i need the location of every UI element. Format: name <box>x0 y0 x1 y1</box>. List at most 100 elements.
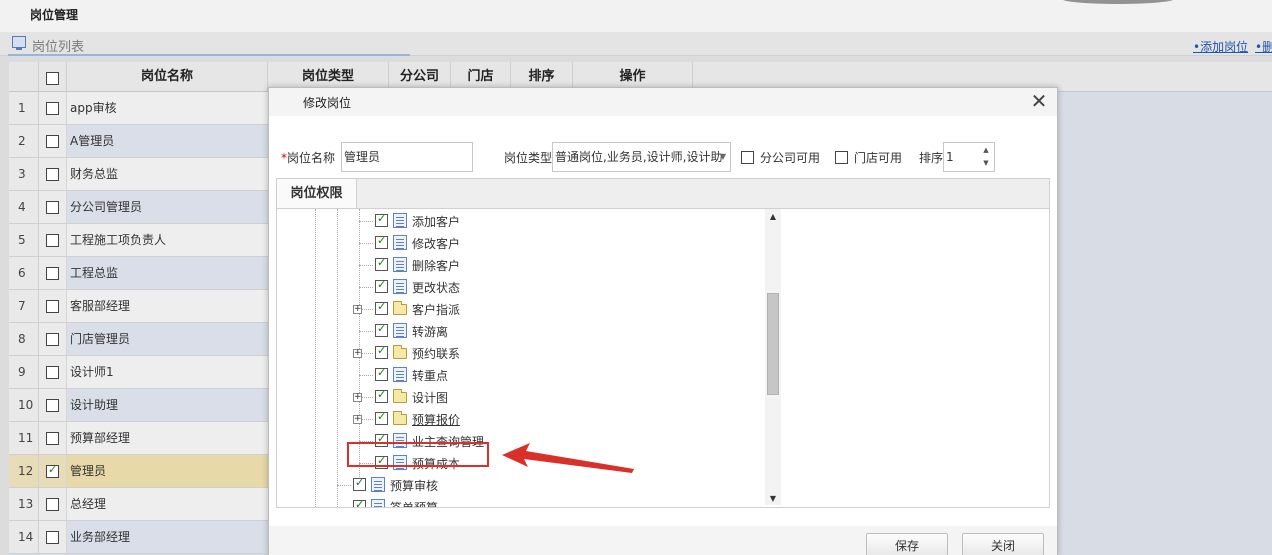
tree-connector <box>359 221 373 222</box>
tree-checkbox[interactable] <box>353 476 366 491</box>
tree-checkbox[interactable] <box>375 300 388 315</box>
tab-position-permissions[interactable]: 岗位权限 <box>277 179 357 209</box>
tree-checkbox[interactable] <box>375 256 388 271</box>
tree-checkbox[interactable] <box>375 366 388 381</box>
tree-node[interactable]: 预算报价 <box>375 409 505 429</box>
row-select-cell[interactable] <box>39 158 67 190</box>
tree-checkbox[interactable] <box>375 278 388 293</box>
tree-node[interactable]: 转重点 <box>375 365 505 385</box>
stepper-arrows[interactable]: ▲ ▼ <box>980 144 992 170</box>
tree-checkbox[interactable] <box>375 234 388 249</box>
header-position-name[interactable]: 岗位名称 <box>67 62 268 92</box>
tree-node[interactable]: 添加客户 <box>375 211 505 231</box>
close-button[interactable]: 关闭 <box>962 533 1044 555</box>
row-checkbox[interactable] <box>46 463 59 478</box>
row-select-cell[interactable] <box>39 92 67 124</box>
row-checkbox[interactable] <box>46 234 59 247</box>
row-checkbox[interactable] <box>46 168 59 181</box>
row-select-cell[interactable] <box>39 488 67 520</box>
row-checkbox[interactable] <box>46 498 59 511</box>
row-checkbox[interactable] <box>46 300 59 313</box>
table-row[interactable]: 13 总经理 <box>9 488 268 521</box>
close-icon[interactable]: ✕ <box>1029 90 1049 112</box>
position-name-cell: 门店管理员 <box>67 323 268 355</box>
row-select-cell[interactable] <box>39 191 67 223</box>
add-position-link[interactable]: •添加岗位 <box>1193 38 1248 55</box>
row-select-cell[interactable] <box>39 521 67 553</box>
table-row[interactable]: 14 业务部经理 <box>9 521 268 554</box>
expand-icon[interactable]: + <box>353 349 362 358</box>
position-name-cell: 业务部经理 <box>67 521 268 553</box>
row-checkbox[interactable] <box>46 267 59 280</box>
save-button[interactable]: 保存 <box>866 533 948 555</box>
position-name-input[interactable]: 管理员 <box>341 142 473 172</box>
delete-position-link[interactable]: •删 <box>1255 38 1272 55</box>
row-select-cell[interactable] <box>39 356 67 388</box>
tree-node[interactable]: 设计图 <box>375 387 505 407</box>
tree-node-label: 预约联系 <box>412 347 461 361</box>
row-number: 2 <box>9 125 39 157</box>
table-row[interactable]: 9 设计师1 <box>9 356 268 389</box>
table-row[interactable]: 4 分公司管理员 <box>9 191 268 224</box>
tree-checkbox[interactable] <box>375 212 388 227</box>
row-select-cell[interactable] <box>39 224 67 256</box>
row-select-cell[interactable] <box>39 455 67 487</box>
tree-node[interactable]: 客户指派 <box>375 299 505 319</box>
row-checkbox[interactable] <box>46 399 59 412</box>
scroll-down-icon[interactable]: ▼ <box>765 491 781 507</box>
row-checkbox[interactable] <box>46 366 59 379</box>
tree-node[interactable]: 签单预算 <box>353 497 483 507</box>
row-select-cell[interactable] <box>39 389 67 421</box>
row-select-cell[interactable] <box>39 257 67 289</box>
table-row[interactable]: 7 客服部经理 <box>9 290 268 323</box>
table-row[interactable]: 8 门店管理员 <box>9 323 268 356</box>
position-name-cell: 工程施工项负责人 <box>67 224 268 256</box>
row-checkbox[interactable] <box>46 432 59 445</box>
header-num-cell <box>9 62 39 92</box>
select-all-checkbox[interactable] <box>46 72 59 85</box>
table-row[interactable]: 6 工程总监 <box>9 257 268 290</box>
row-checkbox[interactable] <box>46 102 59 115</box>
store-available-checkbox[interactable] <box>835 151 848 164</box>
stepper-up-icon[interactable]: ▲ <box>980 144 992 157</box>
table-row[interactable]: 5 工程施工项负责人 <box>9 224 268 257</box>
table-row[interactable]: 3 财务总监 <box>9 158 268 191</box>
row-checkbox[interactable] <box>46 135 59 148</box>
row-checkbox[interactable] <box>46 531 59 544</box>
header-select-all[interactable] <box>39 62 67 92</box>
scroll-up-icon[interactable]: ▲ <box>765 209 781 225</box>
table-row[interactable]: 11 预算部经理 <box>9 422 268 455</box>
tree-node[interactable]: 预约联系 <box>375 343 505 363</box>
tree-checkbox[interactable] <box>375 388 388 403</box>
position-name-cell: app审核 <box>67 92 268 124</box>
tree-node[interactable]: 预算审核 <box>353 475 483 495</box>
row-select-cell[interactable] <box>39 290 67 322</box>
tree-scrollbar[interactable]: ▲ ▼ <box>765 209 781 505</box>
scrollbar-thumb[interactable] <box>767 293 779 395</box>
expand-icon[interactable]: + <box>353 415 362 424</box>
table-row[interactable]: 12 管理员 <box>9 455 268 488</box>
table-row[interactable]: 10 设计助理 <box>9 389 268 422</box>
branch-available-checkbox[interactable] <box>741 151 754 164</box>
tree-node[interactable]: 删除客户 <box>375 255 505 275</box>
expand-icon[interactable]: + <box>353 305 362 314</box>
tree-checkbox[interactable] <box>375 344 388 359</box>
tree-node[interactable]: 更改状态 <box>375 277 505 297</box>
tree-node[interactable]: 修改客户 <box>375 233 505 253</box>
row-select-cell[interactable] <box>39 422 67 454</box>
row-checkbox[interactable] <box>46 333 59 346</box>
tree-checkbox[interactable] <box>353 498 366 507</box>
table-row[interactable]: 1 app审核 <box>9 92 268 125</box>
expand-icon[interactable]: + <box>353 393 362 402</box>
tree-checkbox[interactable] <box>375 410 388 425</box>
folder-icon <box>393 389 407 403</box>
tree-checkbox[interactable] <box>375 322 388 337</box>
tree-node[interactable]: 转游离 <box>375 321 505 341</box>
position-type-select[interactable]: 普通岗位,业务员,设计师,设计助 ▼ <box>552 142 731 172</box>
stepper-down-icon[interactable]: ▼ <box>980 157 992 170</box>
row-select-cell[interactable] <box>39 125 67 157</box>
table-row[interactable]: 2 A管理员 <box>9 125 268 158</box>
sort-stepper[interactable]: 1 ▲ ▼ <box>943 142 995 172</box>
row-checkbox[interactable] <box>46 201 59 214</box>
row-select-cell[interactable] <box>39 323 67 355</box>
